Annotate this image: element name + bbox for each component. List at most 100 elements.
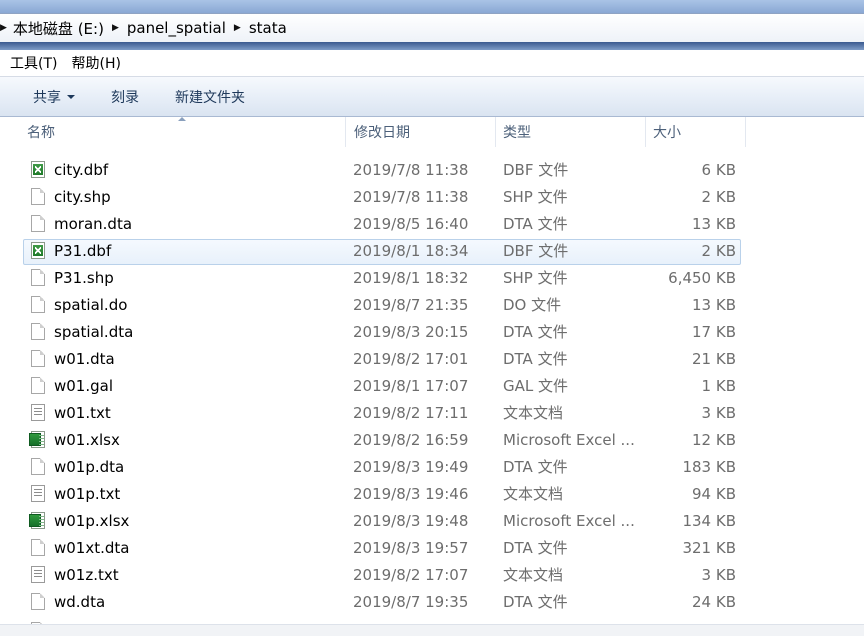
- file-date: 2019/8/2 17:01: [353, 350, 469, 368]
- file-type: 文本文档: [503, 404, 564, 422]
- file-name: city.dbf: [54, 161, 109, 179]
- file-date: 2019/8/7 19:35: [353, 593, 469, 611]
- file-date: 2019/8/2 16:59: [353, 431, 469, 449]
- breadcrumb-item-stata[interactable]: stata: [249, 19, 287, 37]
- file-name: spatial.dta: [54, 323, 134, 341]
- new-folder-button[interactable]: 新建文件夹: [175, 87, 245, 107]
- file-name: city.shp: [54, 188, 111, 206]
- file-size: 13 KB: [692, 215, 736, 233]
- text-file-icon: [31, 566, 45, 583]
- file-size: 12 KB: [692, 431, 736, 449]
- breadcrumb[interactable]: ▶ 本地磁盘 (E:) ▶ panel_spatial ▶ stata: [0, 13, 864, 43]
- file-size: 6 KB: [701, 161, 736, 179]
- file-row[interactable]: P31.shp 2019/8/1 18:32 SHP 文件 6,450 KB: [0, 265, 864, 292]
- chevron-down-icon: [67, 95, 75, 99]
- dbf-file-icon: [31, 242, 45, 259]
- file-size: 17 KB: [692, 323, 736, 341]
- file-size: 13 KB: [692, 296, 736, 314]
- file-date: 2019/7/8 11:38: [353, 188, 469, 206]
- horizontal-scrollbar[interactable]: [0, 624, 864, 636]
- file-date: 2019/8/3 19:46: [353, 485, 469, 503]
- file-row[interactable]: moran.dta 2019/8/5 16:40 DTA 文件 13 KB: [0, 211, 864, 238]
- file-name: P31.dbf: [54, 242, 112, 260]
- column-header-date-label: 修改日期: [354, 125, 410, 141]
- file-name: wd.dta: [54, 593, 106, 611]
- file-row[interactable]: w01.txt 2019/8/2 17:11 文本文档 3 KB: [0, 400, 864, 427]
- file-type: DO 文件: [503, 296, 562, 314]
- file-list: city.dbf 2019/7/8 11:38 DBF 文件 6 KB city…: [0, 157, 864, 616]
- file-type: GAL 文件: [503, 377, 569, 395]
- column-header-name-label: 名称: [27, 125, 55, 141]
- file-type: Microsoft Excel ...: [503, 431, 635, 449]
- file-date: 2019/8/5 16:40: [353, 215, 469, 233]
- file-row[interactable]: w01xt.dta 2019/8/3 19:57 DTA 文件 321 KB: [0, 535, 864, 562]
- file-name: w01p.txt: [54, 485, 121, 503]
- blank-file-icon: [31, 323, 45, 340]
- breadcrumb-separator-icon[interactable]: ▶: [234, 23, 241, 33]
- file-name: w01p.dta: [54, 458, 125, 476]
- breadcrumb-item-panel-spatial[interactable]: panel_spatial: [127, 19, 226, 37]
- file-type: 文本文档: [503, 485, 564, 503]
- file-name: w01.dta: [54, 350, 115, 368]
- column-header: 名称 修改日期 类型 大小: [0, 117, 864, 147]
- file-type: SHP 文件: [503, 188, 568, 206]
- file-type: DBF 文件: [503, 161, 569, 179]
- column-header-date[interactable]: 修改日期: [346, 117, 496, 147]
- text-file-icon: [31, 485, 45, 502]
- menu-help[interactable]: 帮助(H): [65, 53, 128, 73]
- file-row[interactable]: w01p.dta 2019/8/3 19:49 DTA 文件 183 KB: [0, 454, 864, 481]
- file-row-selected[interactable]: P31.dbf 2019/8/1 18:34 DBF 文件 2 KB: [0, 238, 864, 265]
- column-header-size[interactable]: 大小: [646, 117, 746, 147]
- file-row[interactable]: wd.dta 2019/8/7 19:35 DTA 文件 24 KB: [0, 589, 864, 616]
- blank-file-icon: [31, 215, 45, 232]
- file-date: 2019/8/1 18:34: [353, 242, 469, 260]
- share-button-label: 共享: [33, 89, 61, 106]
- file-row[interactable]: spatial.dta 2019/8/3 20:15 DTA 文件 17 KB: [0, 319, 864, 346]
- share-button[interactable]: 共享: [33, 87, 75, 107]
- file-row[interactable]: w01p.txt 2019/8/3 19:46 文本文档 94 KB: [0, 481, 864, 508]
- explorer-window: ▶ 本地磁盘 (E:) ▶ panel_spatial ▶ stata 工具(T…: [0, 0, 864, 636]
- excel-file-icon: [29, 512, 45, 529]
- column-header-type-label: 类型: [503, 125, 531, 141]
- file-size: 24 KB: [692, 593, 736, 611]
- file-size: 1 KB: [701, 377, 736, 395]
- file-date: 2019/8/7 21:35: [353, 296, 469, 314]
- file-row[interactable]: w01.gal 2019/8/1 17:07 GAL 文件 1 KB: [0, 373, 864, 400]
- file-row[interactable]: w01z.txt 2019/8/2 17:07 文本文档 3 KB: [0, 562, 864, 589]
- file-row[interactable]: city.dbf 2019/7/8 11:38 DBF 文件 6 KB: [0, 157, 864, 184]
- file-size: 321 KB: [682, 539, 736, 557]
- file-row[interactable]: w01p.xlsx 2019/8/3 19:48 Microsoft Excel…: [0, 508, 864, 535]
- file-row[interactable]: w01.xlsx 2019/8/2 16:59 Microsoft Excel …: [0, 427, 864, 454]
- file-row[interactable]: city.shp 2019/7/8 11:38 SHP 文件 2 KB: [0, 184, 864, 211]
- file-name: P31.shp: [54, 269, 114, 287]
- file-row[interactable]: w01.dta 2019/8/2 17:01 DTA 文件 21 KB: [0, 346, 864, 373]
- file-type: DTA 文件: [503, 323, 568, 341]
- file-name: w01.gal: [54, 377, 114, 395]
- file-row[interactable]: spatial.do 2019/8/7 21:35 DO 文件 13 KB: [0, 292, 864, 319]
- blank-file-icon: [31, 539, 45, 556]
- command-bar: 共享 刻录 新建文件夹: [0, 77, 864, 117]
- blank-file-icon: [31, 593, 45, 610]
- column-header-name[interactable]: 名称: [18, 117, 346, 147]
- breadcrumb-separator-icon[interactable]: ▶: [112, 23, 119, 33]
- column-header-type[interactable]: 类型: [496, 117, 646, 147]
- file-name: w01.txt: [54, 404, 111, 422]
- file-type: DTA 文件: [503, 458, 568, 476]
- file-date: 2019/7/8 11:38: [353, 161, 469, 179]
- file-date: 2019/8/3 19:48: [353, 512, 469, 530]
- file-size: 2 KB: [701, 242, 736, 260]
- breadcrumb-separator-icon[interactable]: ▶: [0, 23, 7, 33]
- file-type: DTA 文件: [503, 215, 568, 233]
- file-name: w01p.xlsx: [54, 512, 130, 530]
- file-type: DTA 文件: [503, 539, 568, 557]
- file-type: Microsoft Excel ...: [503, 512, 635, 530]
- blank-file-icon: [31, 296, 45, 313]
- breadcrumb-item-drive[interactable]: 本地磁盘 (E:): [13, 18, 104, 39]
- file-name: w01z.txt: [54, 566, 119, 584]
- menu-tools[interactable]: 工具(T): [0, 53, 65, 73]
- file-size: 94 KB: [692, 485, 736, 503]
- burn-button[interactable]: 刻录: [111, 87, 139, 107]
- file-date: 2019/8/3 19:49: [353, 458, 469, 476]
- file-size: 2 KB: [701, 188, 736, 206]
- file-size: 3 KB: [701, 404, 736, 422]
